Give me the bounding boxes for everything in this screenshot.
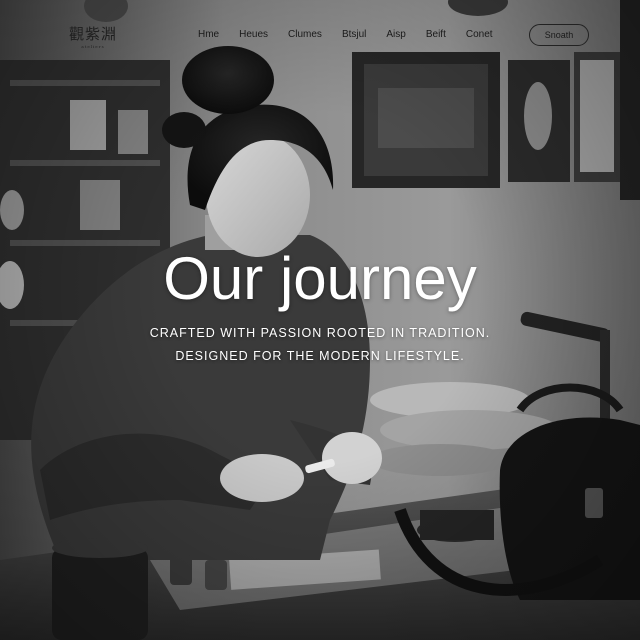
hero-background-photo bbox=[0, 0, 640, 640]
top-navigation: 觀紫淵 ateliers Hme Heues Clumes Btsjul Ais… bbox=[0, 0, 640, 72]
main-menu: Hme Heues Clumes Btsjul Aisp Beift Conet bbox=[198, 29, 513, 40]
search-button[interactable]: Snoath bbox=[529, 24, 589, 46]
nav-item-btsjul[interactable]: Btsjul bbox=[342, 29, 366, 40]
hero-headline: Our journey bbox=[163, 245, 477, 312]
nav-item-beift[interactable]: Beift bbox=[426, 29, 446, 40]
brand-logo-subtext: ateliers bbox=[81, 44, 105, 49]
nav-item-clumes[interactable]: Clumes bbox=[288, 29, 322, 40]
brand-logo[interactable]: 觀紫淵 ateliers bbox=[66, 26, 120, 49]
nav-item-conet[interactable]: Conet bbox=[466, 29, 493, 40]
hero-tagline-line-1: CRAFTED WITH PASSION ROOTED IN TRADITION… bbox=[149, 326, 491, 340]
hero-section: 觀紫淵 ateliers Hme Heues Clumes Btsjul Ais… bbox=[0, 0, 640, 640]
nav-item-aisp[interactable]: Aisp bbox=[386, 29, 405, 40]
brand-logo-mark: 觀紫淵 bbox=[68, 25, 117, 43]
nav-item-hme[interactable]: Hme bbox=[198, 29, 219, 40]
nav-item-heues[interactable]: Heues bbox=[239, 29, 268, 40]
hero-tagline-line-2: DESIGNED FOR THE MODERN LIFESTYLE. bbox=[175, 349, 465, 363]
